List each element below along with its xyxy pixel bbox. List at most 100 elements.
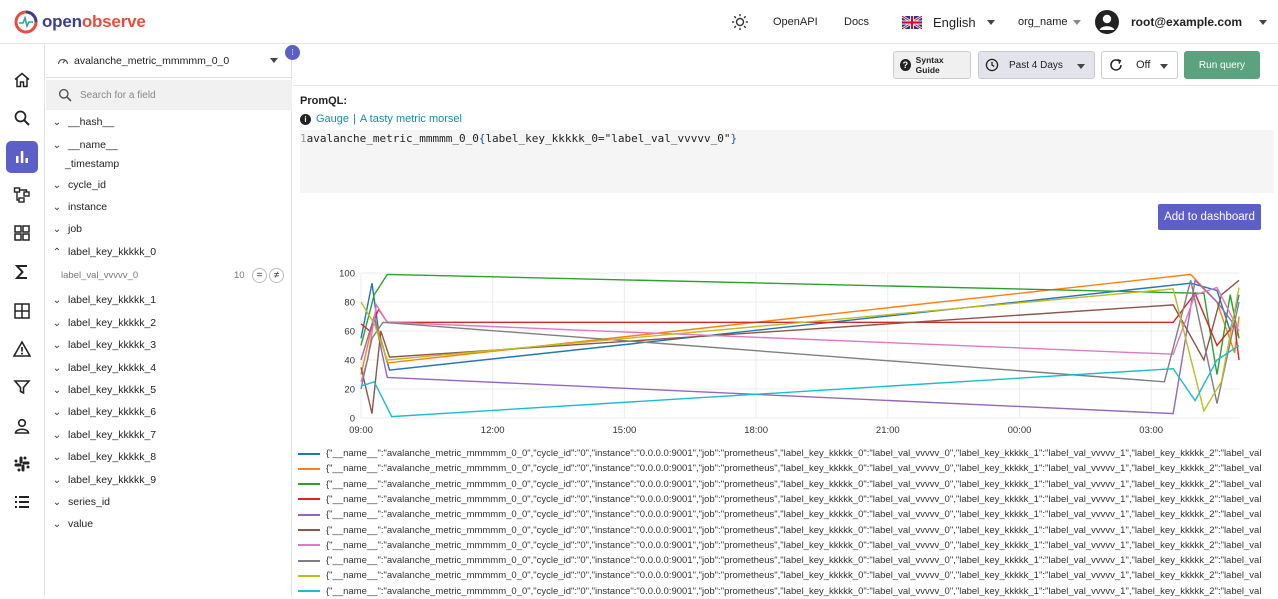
language-select[interactable]: English xyxy=(902,0,995,44)
legend-swatch xyxy=(298,467,320,470)
field-job[interactable]: ⌄ job xyxy=(46,219,292,239)
alerts-icon[interactable] xyxy=(6,333,38,365)
chevron-down-icon: ⌄ xyxy=(52,339,62,351)
field-name[interactable]: ⌄ __name__ xyxy=(46,135,292,155)
legend-swatch xyxy=(298,529,320,531)
field-cycle-id[interactable]: ⌄ cycle_id xyxy=(46,175,292,195)
field-timestamp[interactable]: _timestamp xyxy=(46,154,292,174)
legend-label: {"__name__":"avalanche_metric_mmmmm_0_0"… xyxy=(326,570,1262,582)
logo-text: openobserve xyxy=(42,12,146,31)
legend-label: {"__name__":"avalanche_metric_mmmmm_0_0"… xyxy=(326,463,1262,475)
functions-icon[interactable] xyxy=(6,256,38,288)
theme-toggle-icon[interactable] xyxy=(731,0,749,44)
legend-item[interactable]: {"__name__":"avalanche_metric_mmmmm_0_0"… xyxy=(298,584,1278,599)
language-label: English xyxy=(933,14,976,30)
uk-flag-icon xyxy=(902,15,922,29)
legend-item[interactable]: {"__name__":"avalanche_metric_mmmmm_0_0"… xyxy=(298,461,1278,476)
legend-item[interactable]: {"__name__":"avalanche_metric_mmmmm_0_0"… xyxy=(298,553,1278,568)
x-tick-label: 18:00 xyxy=(744,425,768,436)
chevron-down-icon xyxy=(1072,19,1081,25)
legend-label: {"__name__":"avalanche_metric_mmmmm_0_0"… xyxy=(326,448,1262,459)
legend-swatch xyxy=(298,498,320,501)
collapse-panel-button[interactable]: ⁞ xyxy=(285,45,300,60)
chevron-down-icon: ⌄ xyxy=(52,201,62,213)
field-label-key-1[interactable]: ⌄ label_key_kkkkk_1 xyxy=(46,290,292,310)
search-icon xyxy=(58,88,72,102)
docs-link[interactable]: Docs xyxy=(844,0,869,44)
chevron-down-icon: ⌄ xyxy=(52,179,62,191)
legend-swatch xyxy=(298,590,320,593)
x-tick-label: 21:00 xyxy=(876,425,900,436)
chevron-down-icon: ⌄ xyxy=(52,362,62,374)
y-tick-label: 100 xyxy=(339,269,355,280)
fields-panel: avalanche_metric_mmmmm_0_0 ⁞ Search for … xyxy=(46,44,300,597)
top-bar: openobserve OpenAPI Docs English org_nam… xyxy=(0,0,1278,44)
user-icon[interactable] xyxy=(6,410,38,442)
stream-name: avalanche_metric_mmmmm_0_0 xyxy=(74,54,230,67)
field-value-row[interactable]: label_val_vvvvv_0 10 = ≠ xyxy=(46,266,292,284)
field-label-key-7[interactable]: ⌄ label_key_kkkkk_7 xyxy=(46,425,292,445)
user-email: root@example.com xyxy=(1131,15,1243,29)
list-icon[interactable] xyxy=(6,486,38,518)
x-tick-label: 12:00 xyxy=(481,425,505,436)
chevron-down-icon xyxy=(986,19,995,25)
legend-label: {"__name__":"avalanche_metric_mmmmm_0_0"… xyxy=(326,555,1262,567)
field-label-key-0[interactable]: ⌃ label_key_kkkkk_0 xyxy=(46,242,292,262)
legend-swatch xyxy=(298,513,320,516)
x-tick-label: 15:00 xyxy=(613,425,637,436)
legend-item[interactable]: {"__name__":"avalanche_metric_mmmmm_0_0"… xyxy=(298,568,1278,583)
field-label-key-2[interactable]: ⌄ label_key_kkkkk_2 xyxy=(46,313,292,333)
field-hash[interactable]: ⌄ __hash__ xyxy=(46,112,292,132)
legend-item[interactable]: {"__name__":"avalanche_metric_mmmmm_0_0"… xyxy=(298,446,1278,461)
y-tick-label: 60 xyxy=(344,327,355,338)
chevron-up-icon: ⌃ xyxy=(52,246,62,258)
legend-swatch xyxy=(298,544,320,547)
legend-item[interactable]: {"__name__":"avalanche_metric_mmmmm_0_0"… xyxy=(298,477,1278,492)
field-series-id[interactable]: ⌄ series_id xyxy=(46,492,292,512)
filter-icon[interactable] xyxy=(6,371,38,403)
slack-icon[interactable] xyxy=(6,448,38,480)
user-menu[interactable]: root@example.com xyxy=(1095,0,1268,44)
exclude-value-button[interactable]: ≠ xyxy=(269,267,284,283)
legend-label: {"__name__":"avalanche_metric_mmmmm_0_0"… xyxy=(326,493,1262,505)
legend-item[interactable]: {"__name__":"avalanche_metric_mmmmm_0_0"… xyxy=(298,507,1278,522)
stream-select[interactable]: avalanche_metric_mmmmm_0_0 xyxy=(46,44,292,78)
legend-item[interactable]: {"__name__":"avalanche_metric_mmmmm_0_0"… xyxy=(298,523,1278,538)
dashboards-icon[interactable] xyxy=(6,217,38,249)
chevron-down-icon xyxy=(270,58,278,63)
field-instance[interactable]: ⌄ instance xyxy=(46,197,292,217)
legend-label: {"__name__":"avalanche_metric_mmmmm_0_0"… xyxy=(326,585,1262,597)
field-value[interactable]: ⌄ value xyxy=(46,514,292,534)
field-label-key-8[interactable]: ⌄ label_key_kkkkk_8 xyxy=(46,447,292,467)
field-value-label: label_val_vvvvv_0 xyxy=(61,269,139,281)
field-label-key-4[interactable]: ⌄ label_key_kkkkk_4 xyxy=(46,358,292,378)
include-value-button[interactable]: = xyxy=(252,267,267,283)
legend-label: {"__name__":"avalanche_metric_mmmmm_0_0"… xyxy=(326,478,1262,490)
gauge-icon xyxy=(57,58,69,64)
streams-icon[interactable] xyxy=(6,295,38,327)
field-label-key-3[interactable]: ⌄ label_key_kkkkk_3 xyxy=(46,335,292,355)
openapi-link[interactable]: OpenAPI xyxy=(773,0,818,44)
y-tick-label: 0 xyxy=(350,414,355,425)
field-search-placeholder: Search for a field xyxy=(80,89,156,101)
chevron-down-icon: ⌄ xyxy=(52,317,62,329)
field-value-count: 10 xyxy=(234,269,245,281)
legend-label: {"__name__":"avalanche_metric_mmmmm_0_0"… xyxy=(326,509,1262,521)
y-tick-label: 20 xyxy=(344,385,355,396)
metrics-icon[interactable] xyxy=(6,141,38,173)
traces-icon[interactable] xyxy=(6,179,38,211)
home-icon[interactable] xyxy=(6,64,38,96)
y-tick-label: 40 xyxy=(344,356,355,367)
org-select[interactable]: org_name xyxy=(1018,0,1081,44)
logo[interactable]: openobserve xyxy=(14,9,146,35)
main-area: ? Syntax Guide Past 4 Days Off Run query… xyxy=(293,44,1278,597)
x-tick-label: 00:00 xyxy=(1008,425,1032,436)
field-label-key-6[interactable]: ⌄ label_key_kkkkk_6 xyxy=(46,402,292,422)
legend-item[interactable]: {"__name__":"avalanche_metric_mmmmm_0_0"… xyxy=(298,492,1278,507)
field-search-input[interactable]: Search for a field xyxy=(46,80,292,110)
field-label-key-5[interactable]: ⌄ label_key_kkkkk_5 xyxy=(46,380,292,400)
legend-item[interactable]: {"__name__":"avalanche_metric_mmmmm_0_0"… xyxy=(298,538,1278,553)
legend-label: {"__name__":"avalanche_metric_mmmmm_0_0"… xyxy=(326,539,1262,551)
search-icon[interactable] xyxy=(6,102,38,134)
field-label-key-9[interactable]: ⌄ label_key_kkkkk_9 xyxy=(46,470,292,490)
